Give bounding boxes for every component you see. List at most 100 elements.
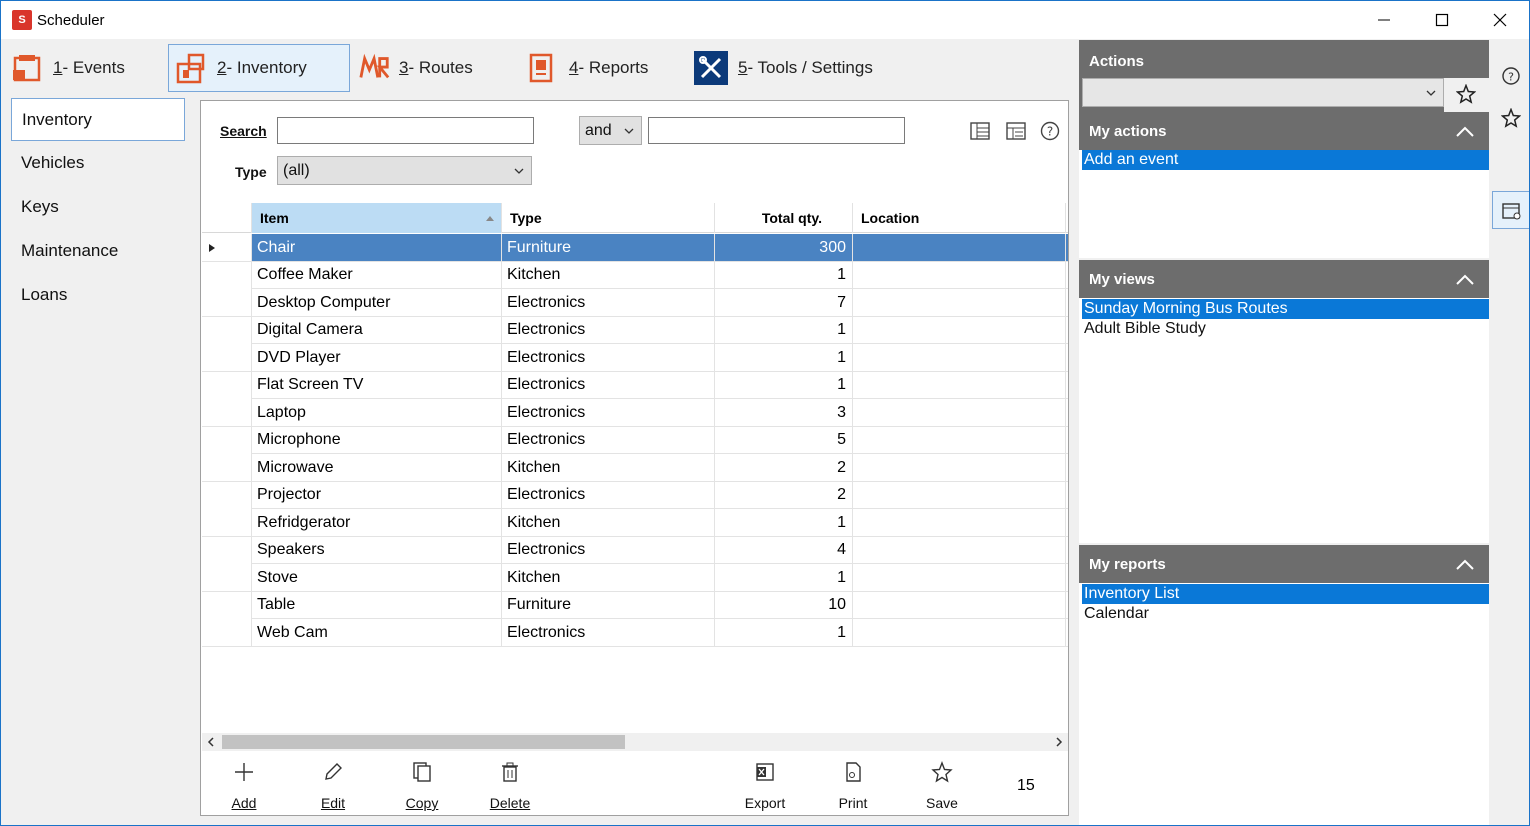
- export-button[interactable]: Export: [735, 759, 795, 815]
- my-action-item[interactable]: Add an event: [1082, 150, 1489, 170]
- cell-item[interactable]: DVD Player: [252, 344, 502, 371]
- cell-location[interactable]: [853, 481, 1066, 509]
- cell-item[interactable]: Table: [252, 591, 502, 619]
- nav-item-maintenance[interactable]: Maintenance: [11, 229, 185, 273]
- cell-type[interactable]: Electronics: [502, 289, 715, 316]
- table-row[interactable]: DVD Player Electronics 1: [202, 344, 1068, 372]
- cell-qty[interactable]: 1: [715, 344, 853, 371]
- my-reports-header[interactable]: My reports: [1079, 545, 1489, 583]
- my-view-item[interactable]: Adult Bible Study: [1082, 319, 1489, 339]
- close-button[interactable]: [1471, 1, 1529, 39]
- cell-qty[interactable]: 10: [715, 591, 853, 619]
- cell-qty[interactable]: 1: [715, 316, 853, 344]
- cell-item[interactable]: Chair: [252, 234, 502, 261]
- cell-type[interactable]: Electronics: [502, 344, 715, 371]
- scroll-left-icon[interactable]: [206, 737, 216, 747]
- help-icon[interactable]: ?: [1039, 120, 1061, 142]
- cell-item[interactable]: Flat Screen TV: [252, 371, 502, 399]
- cell-qty[interactable]: 1: [715, 261, 853, 289]
- cell-qty[interactable]: 7: [715, 289, 853, 316]
- row-header[interactable]: [202, 536, 252, 564]
- cell-qty[interactable]: 300: [715, 234, 853, 261]
- cell-location[interactable]: [853, 289, 1066, 316]
- favorite-action-button[interactable]: [1444, 78, 1489, 112]
- chevron-up-icon[interactable]: [1455, 124, 1475, 138]
- cell-type[interactable]: Electronics: [502, 619, 715, 646]
- cell-qty[interactable]: 5: [715, 426, 853, 454]
- cell-qty[interactable]: 2: [715, 454, 853, 481]
- nav-item-inventory[interactable]: Inventory: [11, 98, 185, 141]
- table-row[interactable]: Coffee Maker Kitchen 1: [202, 261, 1068, 289]
- cell-item[interactable]: Digital Camera: [252, 316, 502, 344]
- row-header[interactable]: [202, 344, 252, 371]
- tab-events[interactable]: 1 - Events: [11, 44, 161, 92]
- table-row[interactable]: Stove Kitchen 1: [202, 564, 1068, 592]
- row-header[interactable]: [202, 509, 252, 536]
- cell-item[interactable]: Coffee Maker: [252, 261, 502, 289]
- cell-item[interactable]: Speakers: [252, 536, 502, 564]
- cell-type[interactable]: Kitchen: [502, 564, 715, 591]
- column-header-item[interactable]: Item: [252, 203, 502, 233]
- operator-select[interactable]: and: [579, 116, 642, 145]
- table-row[interactable]: Microwave Kitchen 2: [202, 454, 1068, 482]
- cell-type[interactable]: Electronics: [502, 316, 715, 344]
- cell-type[interactable]: Furniture: [502, 234, 715, 261]
- cell-qty[interactable]: 1: [715, 371, 853, 399]
- cell-type[interactable]: Kitchen: [502, 509, 715, 536]
- cell-type[interactable]: Electronics: [502, 371, 715, 399]
- cell-type[interactable]: Electronics: [502, 399, 715, 426]
- cell-location[interactable]: [853, 619, 1066, 646]
- cell-location[interactable]: [853, 234, 1066, 261]
- scrollbar-thumb[interactable]: [222, 735, 625, 749]
- cell-item[interactable]: Refridgerator: [252, 509, 502, 536]
- cell-qty[interactable]: 1: [715, 509, 853, 536]
- table-row[interactable]: Table Furniture 10: [202, 591, 1068, 619]
- cell-location[interactable]: [853, 454, 1066, 481]
- row-header[interactable]: [202, 426, 252, 454]
- table-row[interactable]: Desktop Computer Electronics 7: [202, 289, 1068, 317]
- star-icon[interactable]: [1501, 108, 1521, 128]
- column-chooser-icon[interactable]: [969, 120, 991, 142]
- column-header-location[interactable]: Location: [853, 203, 1066, 233]
- actions-panel-toggle-button[interactable]: [1492, 191, 1529, 229]
- cell-item[interactable]: Microwave: [252, 454, 502, 481]
- row-header[interactable]: [202, 234, 252, 261]
- chevron-up-icon[interactable]: [1455, 272, 1475, 286]
- cell-location[interactable]: [853, 591, 1066, 619]
- copy-button[interactable]: Copy: [392, 759, 452, 815]
- column-header-total-qty[interactable]: Total qty.: [715, 203, 853, 233]
- cell-location[interactable]: [853, 261, 1066, 289]
- cell-type[interactable]: Electronics: [502, 481, 715, 509]
- type-select[interactable]: (all): [277, 156, 532, 185]
- table-row[interactable]: Flat Screen TV Electronics 1: [202, 371, 1068, 399]
- row-header[interactable]: [202, 591, 252, 619]
- nav-item-loans[interactable]: Loans: [11, 273, 185, 317]
- cell-location[interactable]: [853, 426, 1066, 454]
- tab-inventory[interactable]: 2 - Inventory: [168, 44, 350, 92]
- cell-item[interactable]: Microphone: [252, 426, 502, 454]
- cell-location[interactable]: [853, 344, 1066, 371]
- tab-reports[interactable]: 4 - Reports: [527, 44, 677, 92]
- my-report-item[interactable]: Calendar: [1082, 604, 1489, 624]
- row-header[interactable]: [202, 454, 252, 481]
- print-button[interactable]: Print: [823, 759, 883, 815]
- cell-type[interactable]: Kitchen: [502, 454, 715, 481]
- actions-select[interactable]: [1082, 78, 1444, 107]
- row-header[interactable]: [202, 261, 252, 289]
- my-report-item[interactable]: Inventory List: [1082, 584, 1489, 604]
- cell-location[interactable]: [853, 371, 1066, 399]
- cell-qty[interactable]: 2: [715, 481, 853, 509]
- table-row[interactable]: Refridgerator Kitchen 1: [202, 509, 1068, 537]
- cell-location[interactable]: [853, 509, 1066, 536]
- row-header[interactable]: [202, 481, 252, 509]
- delete-button[interactable]: Delete: [480, 759, 540, 815]
- minimize-button[interactable]: [1355, 1, 1413, 39]
- tab-routes[interactable]: 3 - Routes: [359, 44, 509, 92]
- scroll-right-icon[interactable]: [1054, 737, 1064, 747]
- table-row[interactable]: Digital Camera Electronics 1: [202, 316, 1068, 344]
- cell-location[interactable]: [853, 536, 1066, 564]
- save-button[interactable]: Save: [912, 759, 972, 815]
- table-row[interactable]: Microphone Electronics 5: [202, 426, 1068, 454]
- column-header-type[interactable]: Type: [502, 203, 715, 233]
- search-input[interactable]: [277, 117, 534, 144]
